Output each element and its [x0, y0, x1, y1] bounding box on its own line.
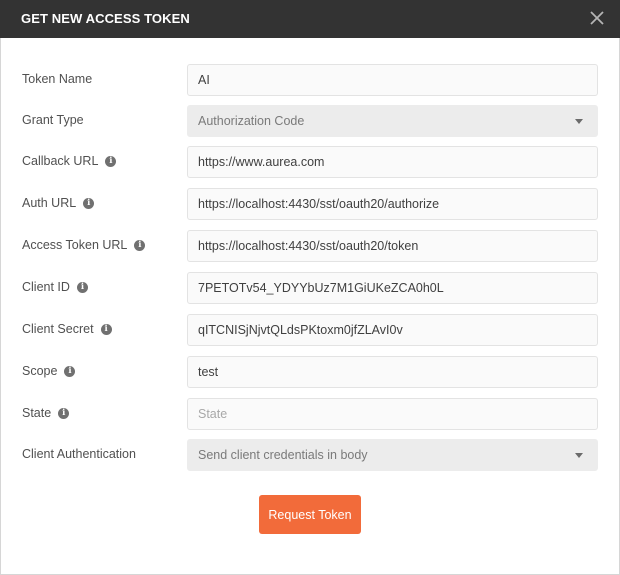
info-icon[interactable]: i	[105, 155, 117, 167]
access-token-url-input[interactable]	[187, 230, 598, 262]
dialog-title: GET NEW ACCESS TOKEN	[21, 11, 190, 26]
info-icon[interactable]: i	[83, 197, 95, 209]
access-token-url-row: Access Token URL i	[1, 230, 620, 262]
callback-url-row: Callback URL i	[1, 146, 620, 178]
token-name-label-text: Token Name	[22, 72, 93, 86]
client-authentication-label: Client Authentication	[22, 447, 136, 461]
access-token-url-label: Access Token URL i	[22, 238, 146, 252]
chevron-down-icon	[575, 453, 583, 458]
scope-label-text: Scope	[22, 364, 58, 378]
grant-type-label-text: Grant Type	[22, 113, 84, 127]
client-secret-input[interactable]	[187, 314, 598, 346]
scope-label: Scope i	[22, 364, 76, 378]
access-token-dialog: GET NEW ACCESS TOKEN Token Name Grant Ty…	[0, 0, 620, 575]
info-icon[interactable]: i	[58, 407, 70, 419]
auth-url-label-text: Auth URL	[22, 196, 77, 210]
client-authentication-value: Send client credentials in body	[198, 448, 368, 462]
client-authentication-label-text: Client Authentication	[22, 447, 136, 461]
callback-url-label: Callback URL i	[22, 154, 117, 168]
state-row: State i	[1, 398, 620, 430]
client-secret-row: Client Secret i	[1, 314, 620, 346]
dialog-titlebar: GET NEW ACCESS TOKEN	[0, 0, 620, 38]
client-authentication-select[interactable]: Send client credentials in body	[187, 439, 598, 471]
state-input[interactable]	[187, 398, 598, 430]
token-name-input[interactable]	[187, 64, 598, 96]
info-icon[interactable]: i	[134, 239, 146, 251]
token-name-row: Token Name	[1, 64, 620, 96]
auth-url-input[interactable]	[187, 188, 598, 220]
client-secret-label-text: Client Secret	[22, 322, 94, 336]
client-secret-label: Client Secret i	[22, 322, 112, 336]
client-id-row: Client ID i	[1, 272, 620, 304]
grant-type-row: Grant Type Authorization Code	[1, 105, 620, 137]
callback-url-input[interactable]	[187, 146, 598, 178]
scope-input[interactable]	[187, 356, 598, 388]
client-id-label-text: Client ID	[22, 280, 70, 294]
close-icon[interactable]	[588, 9, 606, 27]
client-authentication-row: Client Authentication Send client creden…	[1, 439, 620, 471]
request-token-button[interactable]: Request Token	[259, 495, 361, 534]
grant-type-label: Grant Type	[22, 113, 84, 127]
token-name-label: Token Name	[22, 72, 92, 86]
state-label-text: State	[22, 406, 52, 420]
scope-row: Scope i	[1, 356, 620, 388]
chevron-down-icon	[575, 119, 583, 124]
info-icon[interactable]: i	[76, 281, 88, 293]
info-icon[interactable]: i	[64, 365, 76, 377]
info-icon[interactable]: i	[100, 323, 112, 335]
client-id-input[interactable]	[187, 272, 598, 304]
auth-url-label: Auth URL i	[22, 196, 95, 210]
state-label: State i	[22, 406, 70, 420]
callback-url-label-text: Callback URL	[22, 154, 99, 168]
grant-type-select[interactable]: Authorization Code	[187, 105, 598, 137]
auth-url-row: Auth URL i	[1, 188, 620, 220]
access-token-url-label-text: Access Token URL	[22, 238, 128, 252]
dialog-body: Token Name Grant Type Authorization Code…	[0, 38, 620, 575]
grant-type-value: Authorization Code	[198, 114, 305, 128]
client-id-label: Client ID i	[22, 280, 88, 294]
